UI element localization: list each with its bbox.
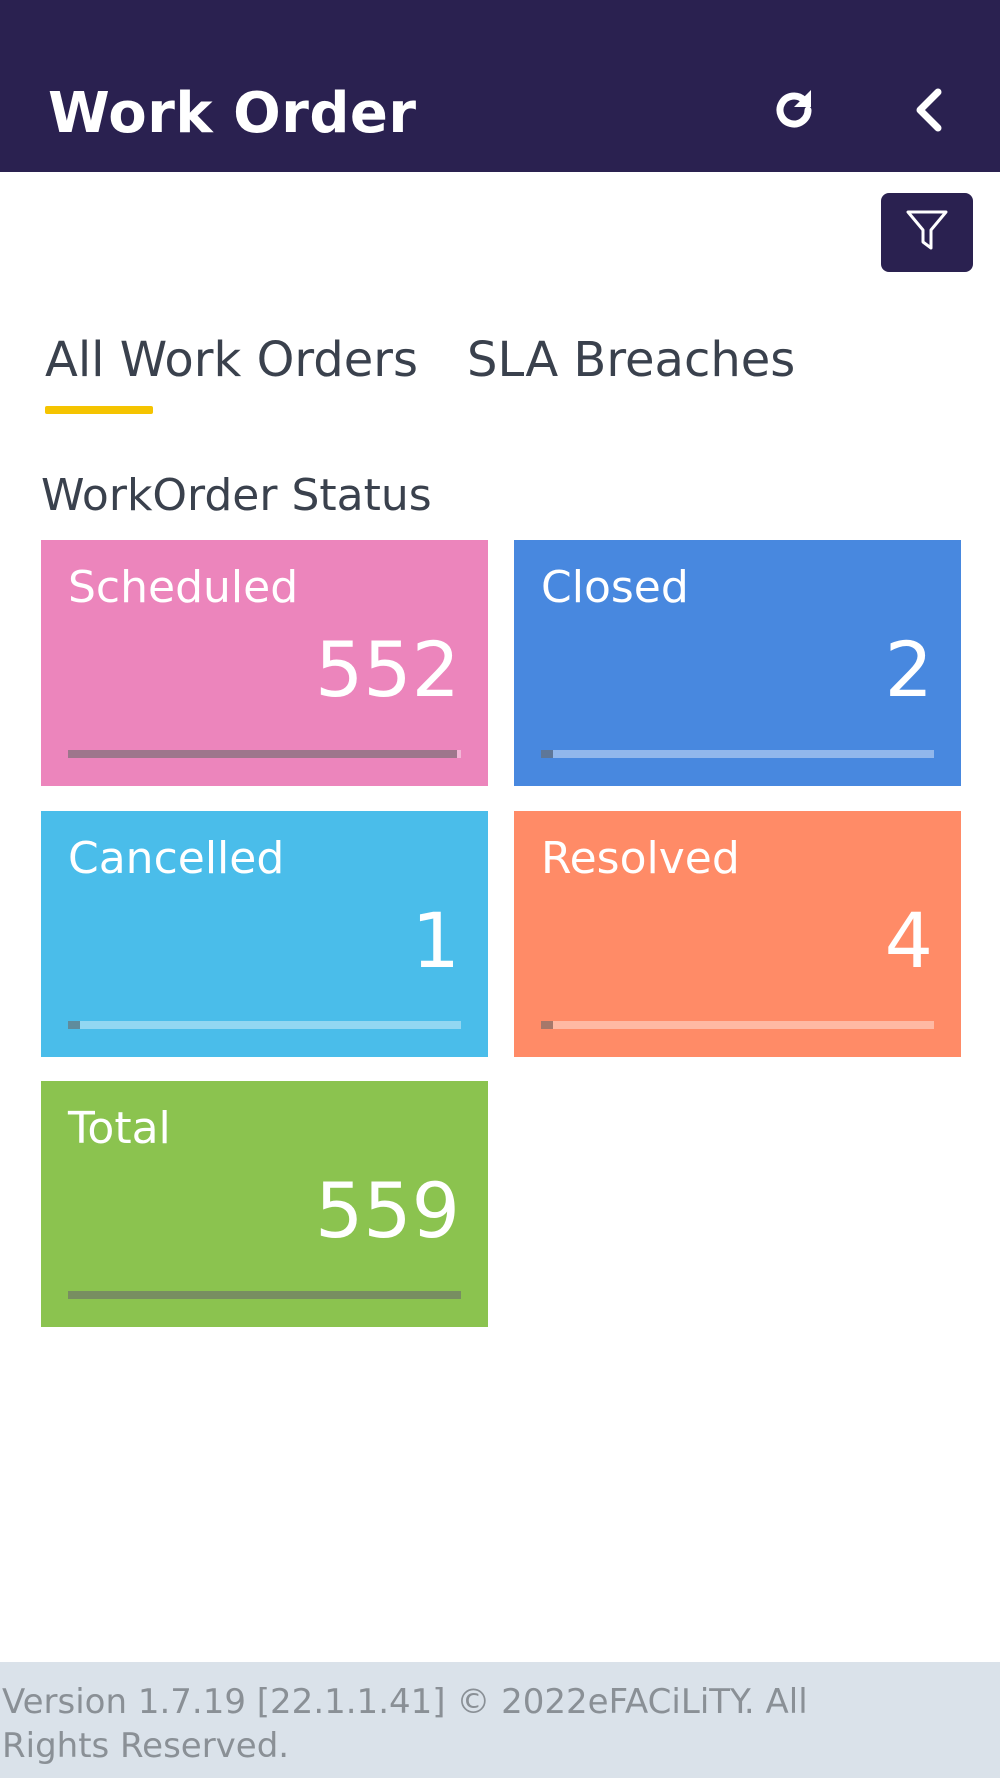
status-card-resolved[interactable]: Resolved 4 [514,811,961,1057]
page-title: Work Order [48,81,417,146]
chevron-left-icon [910,86,950,138]
card-progress-bar [541,1021,934,1029]
card-label: Cancelled [68,833,285,884]
back-button[interactable] [890,72,970,152]
section-title: WorkOrder Status [41,470,432,521]
app-header: Work Order [0,0,1000,172]
card-progress-bar [68,750,461,758]
card-label: Resolved [541,833,740,884]
tab-all-work-orders[interactable]: All Work Orders [45,328,418,392]
card-progress-fill [68,1291,461,1299]
filter-icon [905,208,949,258]
card-progress-fill [68,1021,80,1029]
refresh-button[interactable] [754,72,834,152]
card-progress-bar [68,1021,461,1029]
refresh-icon [770,86,818,138]
card-value: 559 [314,1166,460,1255]
card-value: 552 [314,625,460,714]
status-card-closed[interactable]: Closed 2 [514,540,961,786]
card-value: 2 [884,625,933,714]
tab-sla-breaches[interactable]: SLA Breaches [467,328,795,392]
card-label: Closed [541,562,689,613]
app-footer: Version 1.7.19 [22.1.1.41] © 2022eFACiLi… [0,1662,1000,1778]
filter-button[interactable] [881,193,973,272]
card-progress-fill [68,750,458,758]
version-copyright-text: Version 1.7.19 [22.1.1.41] © 2022eFACiLi… [2,1682,808,1766]
status-card-total[interactable]: Total 559 [41,1081,488,1327]
card-label: Scheduled [68,562,299,613]
card-label: Total [68,1103,171,1154]
card-progress-bar [68,1291,461,1299]
active-tab-indicator [45,406,153,414]
status-card-scheduled[interactable]: Scheduled 552 [41,540,488,786]
status-card-cancelled[interactable]: Cancelled 1 [41,811,488,1057]
card-progress-fill [541,1021,553,1029]
card-value: 4 [884,896,933,985]
card-value: 1 [411,896,460,985]
card-progress-fill [541,750,553,758]
card-progress-bar [541,750,934,758]
